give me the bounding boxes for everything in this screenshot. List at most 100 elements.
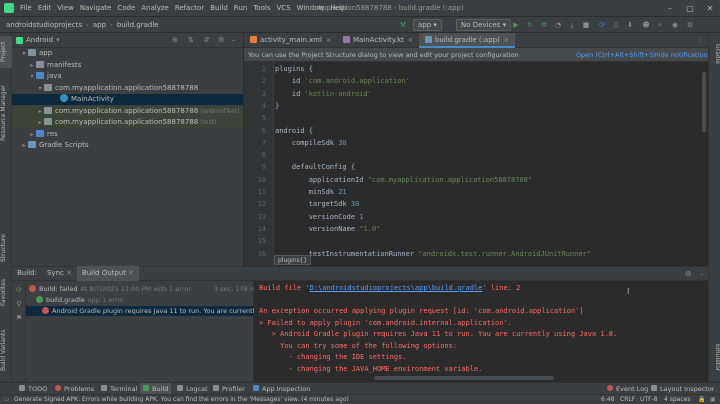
menu-navigate[interactable]: Navigate xyxy=(77,0,114,17)
output-scrollbar[interactable] xyxy=(374,376,554,380)
stop-icon[interactable]: ■ xyxy=(581,19,591,31)
gear-icon[interactable]: ⚙ xyxy=(685,270,691,278)
tree-item[interactable]: ▸ Gradle Scripts xyxy=(12,140,243,151)
close-tab-icon[interactable]: ✕ xyxy=(326,37,331,44)
tree-item[interactable]: ▸ com.myapplication.application58878788 (a… xyxy=(12,105,243,117)
status-toggle-icon[interactable]: ▭ xyxy=(4,395,10,404)
open-project-structure-link[interactable]: Open (Ctrl+Alt+Shift+S) xyxy=(576,48,656,62)
build-output-console[interactable]: Build file 'D:\androidstudioprojects\app… xyxy=(254,281,708,382)
profile-icon[interactable]: ◔ xyxy=(553,19,563,31)
tab-build-output[interactable]: Build Output ✕ xyxy=(76,266,140,281)
search-everywhere-icon[interactable]: ⌕ xyxy=(655,19,665,31)
project-view-select[interactable]: Android xyxy=(26,36,53,44)
tree-item[interactable]: ▾ java xyxy=(12,71,243,82)
build-tree-item[interactable]: Android Gradle plugin requires Java 11 t… xyxy=(26,306,294,316)
menu-run[interactable]: Run xyxy=(231,0,250,17)
editor-breadcrumb[interactable]: plugins{} xyxy=(274,255,312,265)
maximize-icon[interactable]: ▢ xyxy=(680,0,700,17)
project-tool-tab[interactable]: Project xyxy=(0,36,12,68)
sync-icon[interactable]: ⟳ xyxy=(597,19,607,31)
run-icon[interactable]: ▶ xyxy=(511,19,521,31)
more-tabs-icon[interactable]: ⋮ xyxy=(696,36,703,44)
emulator-tool-tab[interactable]: Emulator xyxy=(709,338,720,378)
chevron-right-icon[interactable]: ▸ xyxy=(36,106,44,117)
structure-tool-tab[interactable]: Structure xyxy=(0,228,12,268)
hide-panel-icon[interactable]: – xyxy=(700,270,704,278)
select-opened-file-icon[interactable]: ⊕ xyxy=(172,36,178,44)
filter-icon[interactable]: ⚑ xyxy=(15,314,23,322)
tree-item[interactable]: ▾ com.myapplication.application58878788 xyxy=(12,83,243,94)
tree-item[interactable]: ▾ app xyxy=(12,48,243,59)
chevron-right-icon[interactable]: ▸ xyxy=(28,60,36,71)
menu-analyze[interactable]: Analyze xyxy=(138,0,172,17)
rebuild-icon[interactable]: ⟳ xyxy=(15,286,23,294)
chevron-down-icon[interactable]: ▾ xyxy=(28,71,36,82)
menu-file[interactable]: File xyxy=(17,0,35,17)
file-path-link[interactable]: D:\androidstudioprojects\app\build.gradl… xyxy=(310,284,483,292)
account-icon[interactable]: ☻ xyxy=(641,19,651,31)
tree-item[interactable]: ▸ com.myapplication.application58878788 (t… xyxy=(12,117,243,128)
line-separator[interactable]: CRLF xyxy=(620,395,635,404)
tree-item[interactable]: ▸ manifests xyxy=(12,60,243,71)
tab-activity-main-xml[interactable]: activity_main.xml ✕ xyxy=(244,33,337,48)
menu-vcs[interactable]: VCS xyxy=(273,0,293,17)
avd-manager-icon[interactable]: ▯ xyxy=(611,19,621,31)
assistant-icon[interactable]: ◉ xyxy=(670,19,680,31)
close-tab-icon[interactable]: ✕ xyxy=(408,37,413,44)
gradle-tool-tab[interactable]: Gradle xyxy=(709,39,720,69)
gear-icon[interactable]: ⚙ xyxy=(218,36,224,44)
tab-sync[interactable]: Sync ✕ xyxy=(42,266,77,281)
build-tree-item[interactable]: build.gradle app 1 error xyxy=(26,295,254,305)
hide-notification-link[interactable]: Hide notification xyxy=(654,48,707,62)
tab-mainactivity-kt[interactable]: MainActivity.kt ✕ xyxy=(337,33,419,48)
pin-icon[interactable]: ⚲ xyxy=(15,300,23,308)
build-variants-tool-tab[interactable]: Build Variants xyxy=(0,325,12,375)
close-icon[interactable]: ✕ xyxy=(700,0,720,17)
breadcrumb-file[interactable]: build.gradle xyxy=(117,17,159,33)
resource-manager-tool-tab[interactable]: Resource Manager xyxy=(0,73,12,153)
code-editor[interactable]: 1 2 3 4 5 6 7 8 9 10 11 12 13 14 15 16 plugins { id 'co… xyxy=(244,62,708,266)
menu-code[interactable]: Code xyxy=(114,0,138,17)
gradle-icon xyxy=(28,141,36,148)
caret-position[interactable]: 6:48 xyxy=(601,395,614,404)
tree-item[interactable]: MainActivity xyxy=(12,94,243,105)
apply-changes-icon[interactable]: ↻ xyxy=(525,19,535,31)
chevron-down-icon[interactable]: ▾ xyxy=(36,83,44,94)
build-tree-item[interactable]: Build: failed At 8/7/2021 12:00 PM with 1… xyxy=(26,284,259,294)
menu-edit[interactable]: Edit xyxy=(35,0,55,17)
tab-build-gradle[interactable]: build.gradle (:app) ✕ xyxy=(418,32,515,48)
favorites-tool-tab[interactable]: Favorites xyxy=(0,273,12,311)
indent-setting[interactable]: 4 spaces xyxy=(664,395,690,404)
chevron-down-icon[interactable]: ▾ xyxy=(20,48,28,59)
minimize-icon[interactable]: – xyxy=(660,0,680,17)
hide-panel-icon[interactable]: – xyxy=(232,36,236,44)
debug-icon[interactable]: ✲ xyxy=(539,19,549,31)
lock-icon[interactable]: 🔒 xyxy=(698,395,705,404)
sdk-manager-icon[interactable]: ⬇ xyxy=(625,19,635,31)
close-tab-icon[interactable]: ✕ xyxy=(66,269,72,277)
status-message[interactable]: Generate Signed APK: Errors while buildi… xyxy=(14,395,349,404)
close-tab-icon[interactable]: ✕ xyxy=(128,269,134,277)
make-project-icon[interactable]: ⚒ xyxy=(398,19,408,31)
collapse-all-icon[interactable]: ⇵ xyxy=(204,36,210,44)
file-encoding[interactable]: UTF-8 xyxy=(640,395,658,404)
menu-refactor[interactable]: Refactor xyxy=(172,0,207,17)
settings-icon[interactable]: ⚙ xyxy=(685,19,695,31)
chevron-down-icon[interactable]: ▾ xyxy=(56,36,60,44)
memory-indicator-icon[interactable]: ▣ xyxy=(710,395,716,404)
breadcrumb-module[interactable]: app xyxy=(93,17,106,33)
run-config-select[interactable]: app ▾ xyxy=(413,19,442,31)
chevron-right-icon[interactable]: ▸ xyxy=(20,140,28,151)
expand-all-icon[interactable]: ⇅ xyxy=(188,36,194,44)
device-select[interactable]: No Devices ▾ xyxy=(456,19,512,31)
breadcrumb-project[interactable]: androidstudioprojects xyxy=(6,17,82,33)
close-tab-icon[interactable]: ✕ xyxy=(504,37,509,44)
menu-build[interactable]: Build xyxy=(207,0,231,17)
menu-view[interactable]: View xyxy=(54,0,77,17)
tree-item[interactable]: ▸ res xyxy=(12,129,243,140)
chevron-right-icon[interactable]: ▸ xyxy=(28,129,36,140)
editor-scrollbar[interactable] xyxy=(702,72,706,132)
menu-tools[interactable]: Tools xyxy=(250,0,273,17)
chevron-right-icon[interactable]: ▸ xyxy=(36,117,44,128)
attach-debugger-icon[interactable]: ⤓ xyxy=(567,19,577,31)
